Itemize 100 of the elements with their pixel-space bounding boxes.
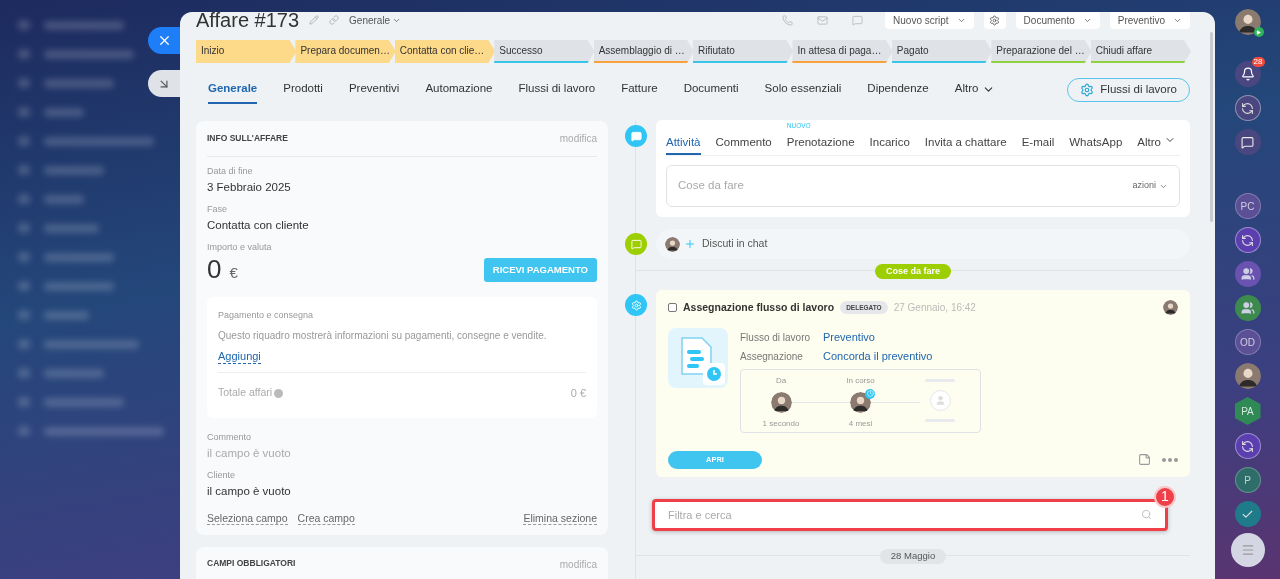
step-label: In corso [846,374,875,387]
field-label: Cliente [207,469,236,481]
avatar [665,236,680,252]
activity-tab[interactable]: WhatsApp [1069,129,1123,155]
step-label: Da [775,374,787,387]
field-value: Contatta con cliente [207,218,310,232]
group-button[interactable] [1234,261,1261,287]
add-link[interactable]: Aggiungi [218,350,261,364]
chat-label: Discuti in chat [702,236,768,252]
avatar [770,391,792,413]
tab[interactable]: Flussi di lavoro [518,76,596,104]
stage-step[interactable]: Pagato [891,40,993,63]
bell-icon [1240,67,1255,81]
avatar [1163,300,1178,316]
stage-step[interactable]: Preparazione del … [991,40,1092,63]
card-title: CAMPI OBBLIGATORI [207,556,296,570]
actions-dropdown[interactable]: azioni [1132,179,1168,193]
group-avatar[interactable]: PC [1234,193,1261,219]
activity-tab[interactable]: Attività [666,129,701,155]
toolbar-button[interactable]: Nuovo script [885,12,974,29]
field-value: il campo è vuoto [207,483,292,498]
description: Questo riquadro mostrerà informazioni su pagamenti, consegne e vendite. [218,330,548,342]
tab[interactable]: Altro [954,76,996,104]
callout-badge: 1 [1154,485,1176,508]
activity-icon [625,125,647,147]
placeholder: Cose da fare [678,178,744,194]
chat-icon [852,14,864,26]
stage-step[interactable]: Successo [494,40,595,63]
chat-button[interactable] [1234,129,1261,155]
edit-icon [309,15,320,25]
user-avatar [1234,363,1261,389]
menu-button[interactable] [1230,533,1265,567]
field-label: Commento [207,431,252,443]
tab[interactable]: Automazione [425,76,493,104]
tab[interactable]: Solo essenziali [764,76,842,104]
menu-icon [1240,543,1255,557]
chat-icon [1241,135,1254,149]
tab[interactable]: Fatture [621,76,658,104]
activity-tab[interactable]: Commento [715,129,772,155]
search-icon [1141,509,1152,521]
task-checkbox[interactable] [668,303,677,313]
user-avatar [1234,9,1261,35]
step-time: 4 mesi [848,417,873,430]
section-title: Pagamento e consegna [218,310,315,321]
mail-icon [817,14,829,26]
avatar [850,391,871,413]
stage-step[interactable]: Contatta con clie… [394,40,496,63]
field-link[interactable]: Preventivo [823,329,875,346]
settings-icon [989,14,1001,26]
total-value: 0 € [570,386,586,401]
field-value: 3 Febbraio 2025 [207,180,292,194]
stage-step[interactable]: In attesa di paga… [792,40,893,63]
activity-tab[interactable]: Invita a chattare [924,129,1007,155]
tab[interactable]: Prodotti [283,76,323,104]
chat-bar[interactable]: Discuti in chat [656,229,1190,259]
field-label: Flusso di lavoro [740,330,812,345]
close-button[interactable] [148,27,182,54]
tasks-button[interactable] [1234,501,1261,527]
group-button[interactable] [1234,295,1261,321]
workflow-document-icon [668,327,728,388]
activity-tab[interactable]: Incarico [869,129,910,155]
field-label: Fase [207,204,228,215]
settings-button[interactable] [983,12,1006,29]
notification-badge: 28 [1251,57,1265,67]
toolbar-button[interactable]: Documento [1015,12,1100,29]
todo-input[interactable]: Cose da fare azioni [666,165,1180,207]
field-link[interactable]: Concorda il preventivo [823,348,933,365]
activity-tab[interactable]: Prenotazione [786,129,855,155]
help-icon [274,388,284,398]
total-label: Totale affari [218,385,273,401]
field-link[interactable]: Crea campo [297,511,355,525]
stage-step[interactable]: Prepara documen… [295,40,396,63]
more-icon[interactable] [1162,457,1178,462]
group-avatar[interactable]: P [1234,467,1261,493]
tab[interactable]: Generale [208,76,258,104]
toolbar-button[interactable]: Preventivo [1109,12,1190,29]
activity-tab[interactable]: E-mail [1021,129,1055,155]
field-label: Importo e valuta [207,242,273,253]
stage-step[interactable]: Assemblaggio di … [593,40,695,63]
view-selector[interactable]: Generale [349,12,402,28]
minimize-button[interactable] [148,70,182,97]
close-icon [157,33,172,48]
delete-section-link[interactable]: Elimina sezione [523,511,597,525]
group-avatar[interactable]: OD [1234,329,1261,355]
task-title: Assegnazione flusso di lavoro [683,300,835,315]
placeholder: Filtra e cerca [668,507,732,523]
stage-step[interactable]: Rifiutato [693,40,794,63]
plus-icon [684,238,696,250]
field-link[interactable]: Seleziona campo [207,511,288,525]
activity-tab[interactable]: Altro [1137,129,1176,155]
notifications-button[interactable] [1234,61,1261,87]
link-icon [329,15,340,25]
field-label: Assegnazione [740,349,804,364]
stage-step[interactable]: Chiudi affare [1090,40,1192,63]
status-icon [1253,27,1264,37]
stage-step[interactable]: Inizio [196,40,297,63]
tab[interactable]: Preventivi [348,76,400,104]
section-label: Cose da fare [875,264,951,279]
tab[interactable]: Dipendenze [867,76,929,104]
tab[interactable]: Documenti [683,76,739,104]
